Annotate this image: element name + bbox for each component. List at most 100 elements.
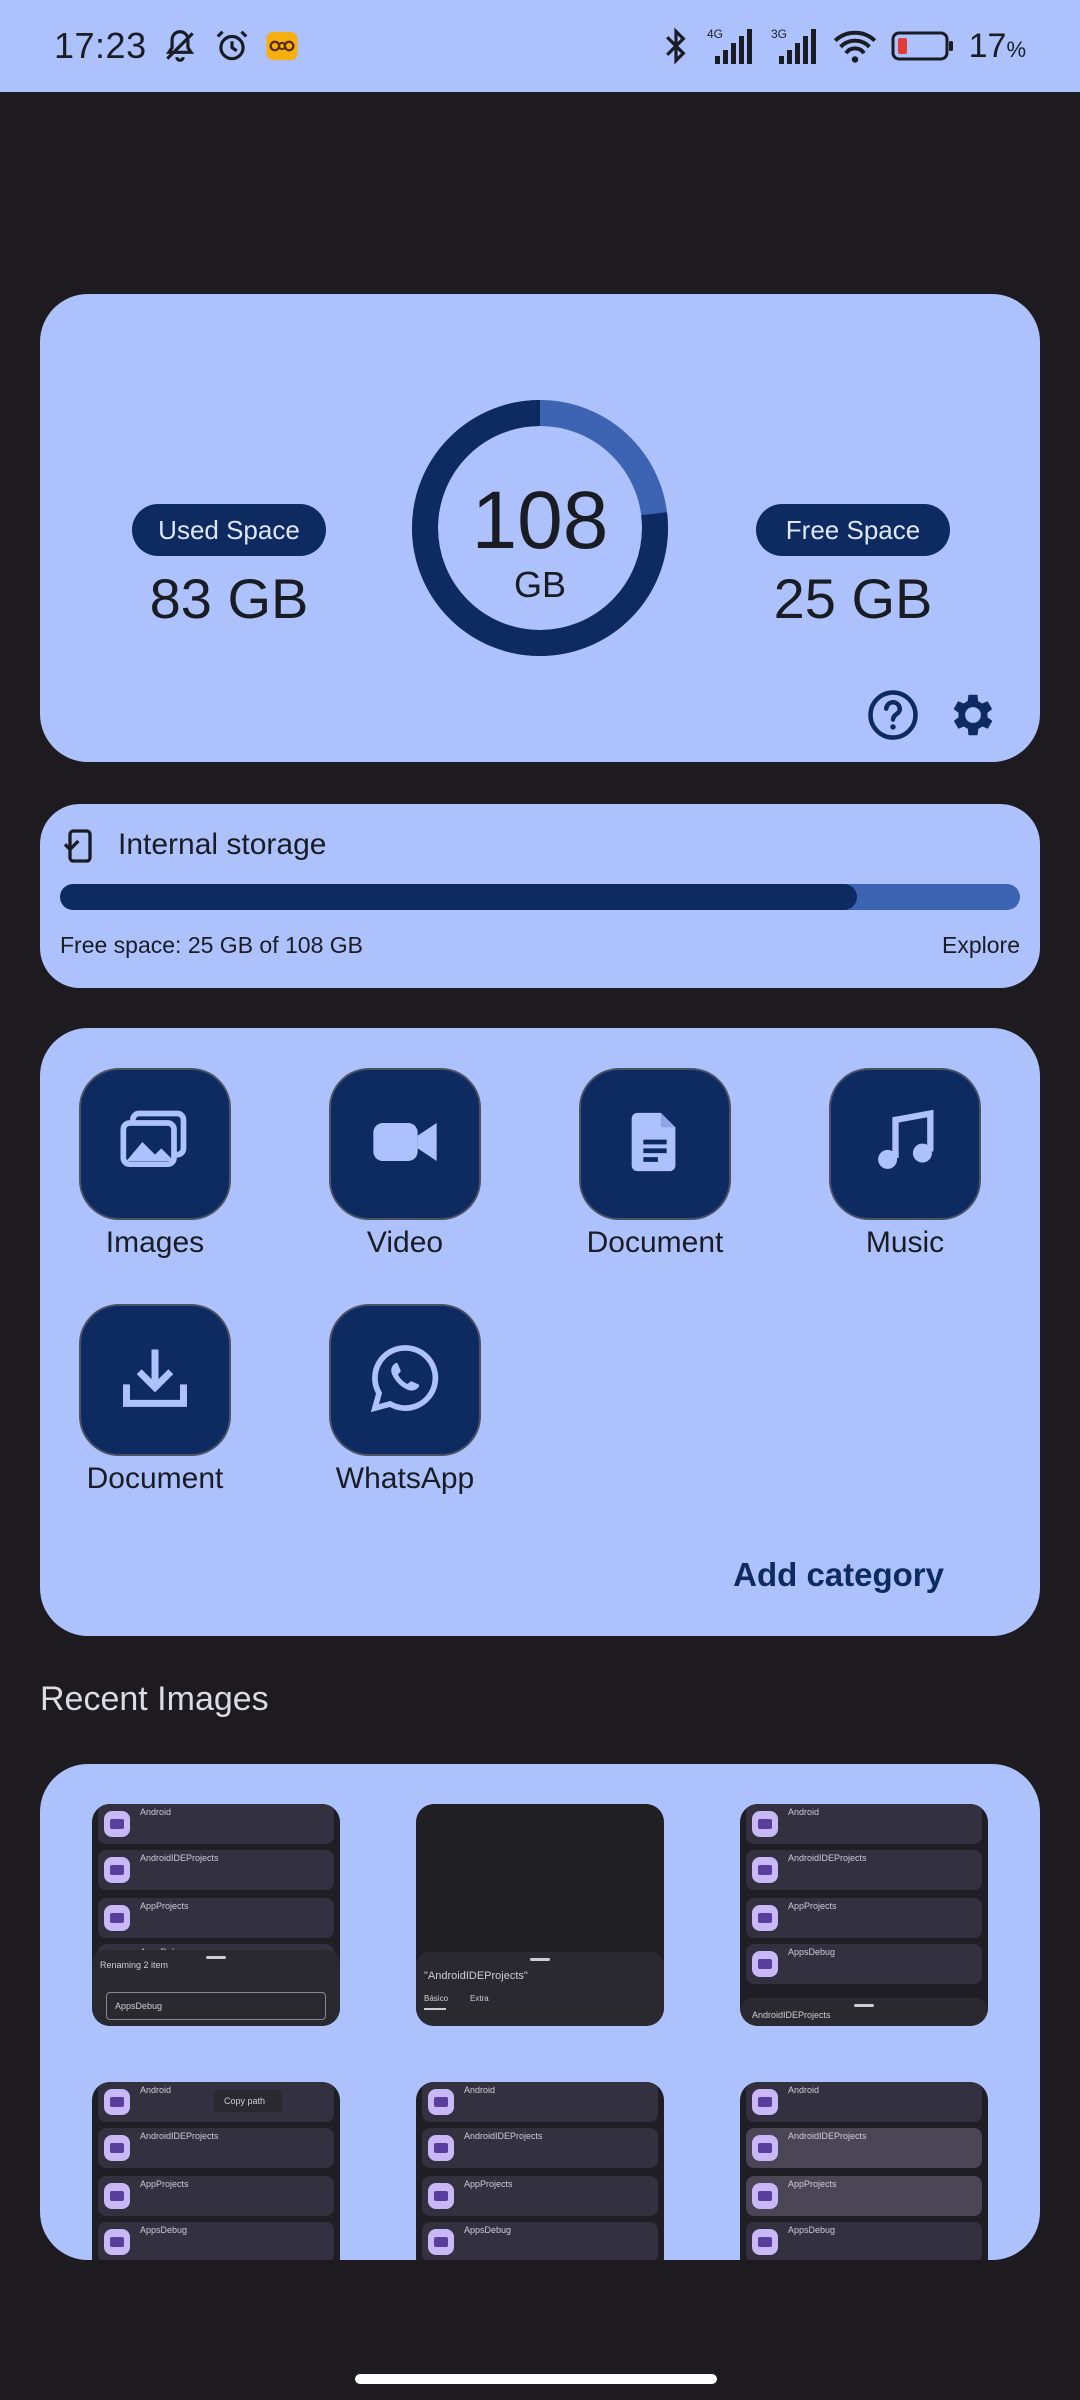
list-item: Android xyxy=(746,1804,982,1844)
internal-storage-card[interactable]: Internal storage Free space: 25 GB of 10… xyxy=(40,804,1040,988)
copy-path-label: Copy path xyxy=(224,2096,266,2106)
folder-icon xyxy=(752,2135,778,2161)
bluetooth-icon xyxy=(661,27,691,65)
category-whatsapp-tile[interactable] xyxy=(329,1304,481,1456)
battery-low-icon xyxy=(891,30,955,62)
folder-icon xyxy=(752,1905,778,1931)
categories-card: Images Video Document Music Document Wha… xyxy=(40,1028,1040,1636)
category-whatsapp[interactable]: WhatsApp xyxy=(305,1304,505,1496)
folder-icon xyxy=(104,2135,130,2161)
internal-storage-progress xyxy=(60,884,1020,910)
list-item: AndroidIDEProjects xyxy=(98,1850,334,1890)
category-downloads[interactable]: Document xyxy=(55,1304,255,1496)
recent-image-thumbnail[interactable]: Android AndroidIDEProjects AppProjects A… xyxy=(740,2082,988,2260)
folder-icon xyxy=(752,1951,778,1977)
alarm-icon xyxy=(213,27,251,65)
folder-name: AppsDebug xyxy=(140,2225,188,2235)
category-label: Video xyxy=(366,1226,444,1259)
folder-name: Android xyxy=(140,2085,172,2095)
folder-icon xyxy=(752,2089,778,2115)
list-item: AppsDebug xyxy=(422,2222,658,2260)
recent-image-thumbnail[interactable]: Android AndroidIDEProjects AppProjects A… xyxy=(416,2082,664,2260)
internal-free-space-text: Free space: 25 GB of 108 GB xyxy=(60,932,363,958)
category-music-tile[interactable] xyxy=(829,1068,981,1220)
category-images-tile[interactable] xyxy=(79,1068,231,1220)
list-item: AppProjects xyxy=(98,1898,334,1938)
status-time: 17:23 xyxy=(54,25,147,66)
list-item: AppsDebug xyxy=(746,2222,982,2260)
category-music[interactable]: Music xyxy=(805,1068,1005,1260)
sheet-title: Renaming 2 item xyxy=(100,1960,169,1970)
total-capacity-value: 108 xyxy=(471,475,609,566)
folder-name: AndroidIDEProjects xyxy=(788,1853,867,1863)
category-label: Music xyxy=(865,1226,945,1259)
recent-image-thumbnail[interactable]: Android AndroidIDEProjects AppProjects A… xyxy=(740,1804,988,2026)
list-item: AppProjects xyxy=(746,1898,982,1938)
category-document-tile[interactable] xyxy=(579,1068,731,1220)
rename-input-value: AppsDebug xyxy=(115,2001,163,2011)
total-capacity-unit: GB xyxy=(513,564,566,605)
folder-icon xyxy=(428,2135,454,2161)
network-4g-label: 4G xyxy=(707,27,723,41)
signal-3g-icon: 3G xyxy=(769,26,819,66)
list-item: Android xyxy=(746,2082,982,2122)
sheet-handle xyxy=(206,1956,226,1959)
mute-bell-icon xyxy=(161,27,199,65)
images-icon xyxy=(117,1104,193,1185)
folder-icon xyxy=(104,1857,130,1883)
list-item: Android xyxy=(98,1804,334,1844)
network-3g-label: 3G xyxy=(771,27,787,41)
internal-storage-progress-fill xyxy=(60,884,857,910)
folder-name: AppProjects xyxy=(788,1901,837,1911)
category-label: Document xyxy=(86,1462,224,1495)
list-item: Android xyxy=(422,2082,658,2122)
recent-image-thumbnail[interactable]: Android AndroidIDEProjects AppProjects A… xyxy=(92,1804,340,2026)
category-document[interactable]: Document xyxy=(555,1068,755,1260)
used-space-chip: Used Space xyxy=(132,504,326,556)
storage-overview-card: Used Space 83 GB 108 GB Free Space 25 GB xyxy=(40,294,1040,762)
signal-4g-icon: 4G xyxy=(705,26,755,66)
sheet-tab-basic: Básico xyxy=(424,1994,449,2003)
category-label: Document xyxy=(586,1226,724,1259)
folder-icon xyxy=(104,1905,130,1931)
list-item: AndroidIDEProjects xyxy=(746,2128,982,2168)
help-icon[interactable] xyxy=(866,688,920,747)
video-icon xyxy=(367,1104,443,1185)
settings-gear-icon[interactable] xyxy=(946,688,1000,747)
folder-name: AppsDebug xyxy=(788,2225,836,2235)
category-images[interactable]: Images xyxy=(55,1068,255,1260)
gesture-navigation-bar[interactable] xyxy=(355,2374,717,2384)
folder-name: Android xyxy=(788,2085,820,2095)
recent-images-title: Recent Images xyxy=(40,1680,269,1718)
folder-icon xyxy=(428,2229,454,2255)
folder-name: AndroidIDEProjects xyxy=(788,2131,867,2141)
folder-icon xyxy=(104,2229,130,2255)
internal-storage-title: Internal storage xyxy=(118,828,327,861)
list-item: AppsDebug xyxy=(746,1944,982,1984)
sheet-handle xyxy=(854,2004,874,2007)
category-label: WhatsApp xyxy=(335,1462,475,1495)
battery-percent: 17% xyxy=(969,27,1026,66)
list-item: AppProjects xyxy=(422,2176,658,2216)
list-item: AndroidIDEProjects xyxy=(746,1850,982,1890)
recent-image-thumbnail[interactable]: Android AndroidIDEProjects AppProjects A… xyxy=(92,2082,340,2260)
free-space-value: 25 GB xyxy=(773,567,933,630)
folder-name: AppProjects xyxy=(464,2179,513,2189)
folder-icon xyxy=(428,2089,454,2115)
category-downloads-tile[interactable] xyxy=(79,1304,231,1456)
folder-name: AppsDebug xyxy=(788,1947,836,1957)
recent-image-thumbnail[interactable]: "AndroidIDEProjects" Básico Extra xyxy=(416,1804,664,2026)
category-video[interactable]: Video xyxy=(305,1068,505,1260)
category-video-tile[interactable] xyxy=(329,1068,481,1220)
folder-icon xyxy=(752,2183,778,2209)
explore-link[interactable]: Explore xyxy=(942,932,1020,959)
list-item: AndroidIDEProjects xyxy=(422,2128,658,2168)
status-bar: 17:23 4G 3G 17% xyxy=(0,0,1080,92)
battery-unit: % xyxy=(1006,36,1026,62)
copy-path-popup: Copy path xyxy=(214,2090,282,2112)
list-item: AndroidIDEProjects xyxy=(98,2128,334,2168)
used-space-value: 83 GB xyxy=(149,567,309,630)
add-category-button[interactable]: Add category xyxy=(733,1556,944,1594)
list-item: AppProjects xyxy=(98,2176,334,2216)
status-left: 17:23 xyxy=(54,25,299,67)
